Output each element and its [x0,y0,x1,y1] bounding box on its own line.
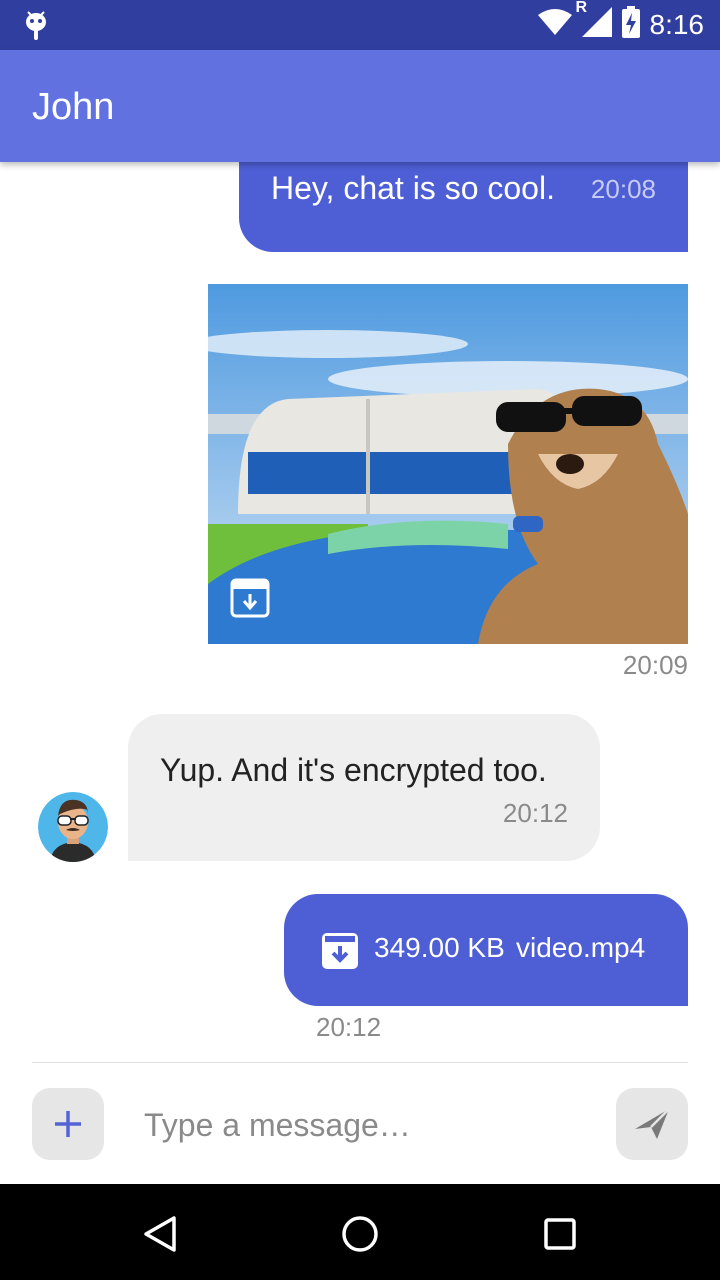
message-input[interactable] [144,1103,584,1147]
outgoing-message-bubble[interactable]: Hey, chat is so cool. 20:08 [239,162,688,252]
recents-square-icon [544,1218,576,1250]
plus-icon [55,1111,81,1137]
file-size: 349.00 KB [374,932,505,963]
message-text: Hey, chat is so cool. [271,170,555,206]
send-button[interactable] [616,1088,688,1160]
message-composer [0,1063,720,1184]
send-icon [635,1108,670,1139]
message-time: 20:09 [622,650,688,680]
message-time: 20:08 [590,174,656,204]
message-list[interactable]: Hey, chat is so cool. 20:08 20:09 Yup. A… [0,162,720,1062]
download-icon[interactable] [232,580,268,616]
chat-title: John [32,86,115,128]
signal-icon: R [576,0,612,44]
message-time: 20:12 [316,1012,382,1042]
system-nav-bar [0,1184,720,1280]
file-name: video.mp4 [516,932,646,963]
app-bar: John [0,50,720,162]
message-time: 20:12 [502,798,568,828]
file-message-bubble[interactable]: 349.00 KB video.mp4 [284,894,688,1006]
image-message[interactable] [208,284,688,644]
dog-photo [208,284,688,644]
avatar[interactable] [38,792,108,862]
add-attachment-button[interactable] [32,1088,104,1160]
status-bar: R 8:16 [0,0,720,50]
status-time: 8:16 [649,9,705,40]
home-circle-icon [342,1216,378,1252]
home-button[interactable] [330,1204,390,1264]
recents-button[interactable] [530,1204,590,1264]
back-button[interactable] [130,1204,190,1264]
android-debug-icon [22,10,50,47]
message-text: Yup. And it's encrypted too. [160,752,547,788]
back-triangle-icon [144,1216,176,1252]
download-icon[interactable] [322,933,358,974]
incoming-message-bubble[interactable]: Yup. And it's encrypted too. 20:12 [128,714,600,861]
battery-charging-icon [621,5,640,45]
wifi-icon [537,8,572,42]
network-label: R [575,0,588,16]
